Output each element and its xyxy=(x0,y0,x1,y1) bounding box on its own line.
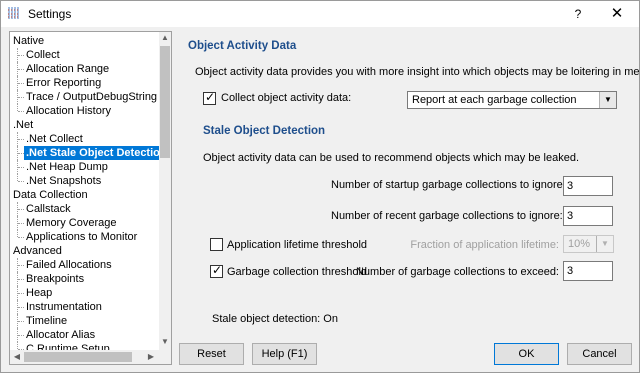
tree-connector-line xyxy=(17,230,18,237)
tree-item-label: Memory Coverage xyxy=(26,217,117,229)
gc-threshold-checkbox[interactable]: ✓ xyxy=(210,263,223,278)
tree-connector-line xyxy=(17,104,18,111)
tree-item-net[interactable]: .Net xyxy=(10,118,160,132)
tree-vertical-scrollbar[interactable]: ▲ ▼ xyxy=(159,32,171,350)
stale-detection-description: Object activity data can be used to reco… xyxy=(203,152,580,164)
scroll-up-icon[interactable]: ▲ xyxy=(159,33,171,42)
object-activity-title: Object Activity Data xyxy=(188,40,297,52)
tree-item-advanced[interactable]: Advanced xyxy=(10,244,160,258)
collect-mode-select[interactable]: Report at each garbage collection ▼ xyxy=(407,91,617,109)
tree-item-label: Allocation History xyxy=(26,105,111,117)
tree-connector-line xyxy=(17,174,18,181)
recent-gc-label: Number of recent garbage collections to … xyxy=(331,210,563,222)
tree-item-label: .Net Snapshots xyxy=(26,175,102,187)
tree-item-timeline[interactable]: Timeline xyxy=(10,314,160,328)
tree-item-failed-allocations[interactable]: Failed Allocations xyxy=(10,258,160,272)
collect-mode-value: Report at each garbage collection xyxy=(412,94,577,106)
tree-item-net-stale-object-detection[interactable]: .Net Stale Object Detection xyxy=(10,146,169,160)
help-button[interactable]: Help (F1) xyxy=(252,343,317,365)
tree-item-allocation-history[interactable]: Allocation History xyxy=(10,104,160,118)
tree-item-label: Instrumentation xyxy=(26,301,102,313)
tree-horizontal-scrollbar[interactable]: ◀ ▶ xyxy=(10,350,171,364)
recent-gc-input[interactable]: 3 xyxy=(563,206,613,226)
tree-items: Native Collect Allocation Range Error Repor… xyxy=(10,34,169,356)
tree-item-error-reporting[interactable]: Error Reporting xyxy=(10,76,160,90)
fraction-lifetime-label: Fraction of application lifetime: xyxy=(410,239,559,251)
startup-gc-input[interactable]: 3 xyxy=(563,176,613,196)
collect-object-activity-label: Collect object activity data: xyxy=(221,92,352,104)
tree-item-label: Callstack xyxy=(26,203,71,215)
close-icon[interactable]: ✕ xyxy=(597,3,637,25)
chevron-down-icon: ▼ xyxy=(596,236,613,252)
gc-threshold-label: Garbage collection threshold xyxy=(227,266,368,278)
settings-tree[interactable]: Native Collect Allocation Range Error Repor… xyxy=(9,31,172,365)
tree-item-allocator-alias[interactable]: Allocator Alias xyxy=(10,328,160,342)
tree-item-callstack[interactable]: Callstack xyxy=(10,202,160,216)
tree-vertical-scroll-thumb[interactable] xyxy=(160,46,170,158)
gc-exceed-value: 3 xyxy=(567,265,574,277)
settings-app-icon xyxy=(7,6,21,20)
lifetime-threshold-label: Application lifetime threshold xyxy=(227,239,368,251)
tree-item-trace-outputdebugstring[interactable]: Trace / OutputDebugString xyxy=(10,90,160,104)
tree-item-collect[interactable]: Collect xyxy=(10,48,160,62)
tree-item-applications-to-monitor[interactable]: Applications to Monitor xyxy=(10,230,160,244)
window-title: Settings xyxy=(28,7,72,21)
scroll-left-icon[interactable]: ◀ xyxy=(11,352,23,361)
reset-button[interactable]: Reset xyxy=(179,343,244,365)
fraction-lifetime-select[interactable]: 10% ▼ xyxy=(563,235,614,253)
checkmark-icon: ✓ xyxy=(205,90,216,104)
tree-item-label: Advanced xyxy=(13,245,62,257)
tree-item-label: .Net Stale Object Detection xyxy=(24,146,169,160)
gc-exceed-input[interactable]: 3 xyxy=(563,261,613,281)
object-activity-description: Object activity data provides you with m… xyxy=(195,66,640,78)
tree-item-label: Error Reporting xyxy=(26,77,102,89)
tree-item-label: Failed Allocations xyxy=(26,259,112,271)
tree-item-label: Breakpoints xyxy=(26,273,85,285)
tree-item-net-collect[interactable]: .Net Collect xyxy=(10,132,160,146)
tree-item-label: Native xyxy=(13,35,45,47)
recent-gc-value: 3 xyxy=(567,210,574,222)
tree-item-allocation-range[interactable]: Allocation Range xyxy=(10,62,160,76)
fraction-lifetime-value: 10% xyxy=(568,238,591,250)
tree-item-instrumentation[interactable]: Instrumentation xyxy=(10,300,160,314)
tree-item-label: .Net xyxy=(13,119,34,131)
tree-item-label: Applications to Monitor xyxy=(26,231,138,243)
tree-item-label: Timeline xyxy=(26,315,68,327)
tree-item-net-snapshots[interactable]: .Net Snapshots xyxy=(10,174,160,188)
tree-horizontal-scroll-thumb[interactable] xyxy=(24,352,132,362)
cancel-button[interactable]: Cancel xyxy=(567,343,632,365)
lifetime-threshold-checkbox[interactable] xyxy=(210,238,223,251)
scroll-down-icon[interactable]: ▼ xyxy=(159,337,171,346)
tree-item-label: Heap xyxy=(26,287,53,299)
help-question-button[interactable]: ? xyxy=(563,3,593,25)
startup-gc-value: 3 xyxy=(567,180,574,192)
title-bar: Settings ? ✕ xyxy=(1,1,639,27)
tree-item-label: Data Collection xyxy=(13,189,88,201)
tree-item-net-heap-dump[interactable]: .Net Heap Dump xyxy=(10,160,160,174)
stale-detection-status: Stale object detection: On xyxy=(212,313,338,325)
tree-item-native[interactable]: Native xyxy=(10,34,160,48)
chevron-down-icon: ▼ xyxy=(599,92,616,108)
collect-object-activity-checkbox[interactable]: ✓ xyxy=(203,90,216,105)
tree-item-label: Collect xyxy=(26,49,60,61)
tree-item-label: Allocation Range xyxy=(26,63,110,75)
tree-item-heap[interactable]: Heap xyxy=(10,286,160,300)
tree-item-memory-coverage[interactable]: Memory Coverage xyxy=(10,216,160,230)
settings-dialog: Settings ? ✕ Native Collect Allocation Ran… xyxy=(0,0,640,373)
tree-item-label: .Net Collect xyxy=(26,133,83,145)
ok-button[interactable]: OK xyxy=(494,343,559,365)
tree-connector-line xyxy=(17,342,18,349)
tree-item-label: Allocator Alias xyxy=(26,329,96,341)
gc-exceed-label: Number of garbage collections to exceed: xyxy=(355,266,559,278)
tree-item-label: Trace / OutputDebugString xyxy=(26,91,158,103)
tree-item-breakpoints[interactable]: Breakpoints xyxy=(10,272,160,286)
startup-gc-label: Number of startup garbage collections to… xyxy=(331,179,566,191)
tree-item-data-collection[interactable]: Data Collection xyxy=(10,188,160,202)
stale-detection-title: Stale Object Detection xyxy=(203,125,326,137)
scroll-right-icon[interactable]: ▶ xyxy=(145,352,157,361)
tree-item-label: .Net Heap Dump xyxy=(26,161,108,173)
checkmark-icon: ✓ xyxy=(212,263,223,277)
